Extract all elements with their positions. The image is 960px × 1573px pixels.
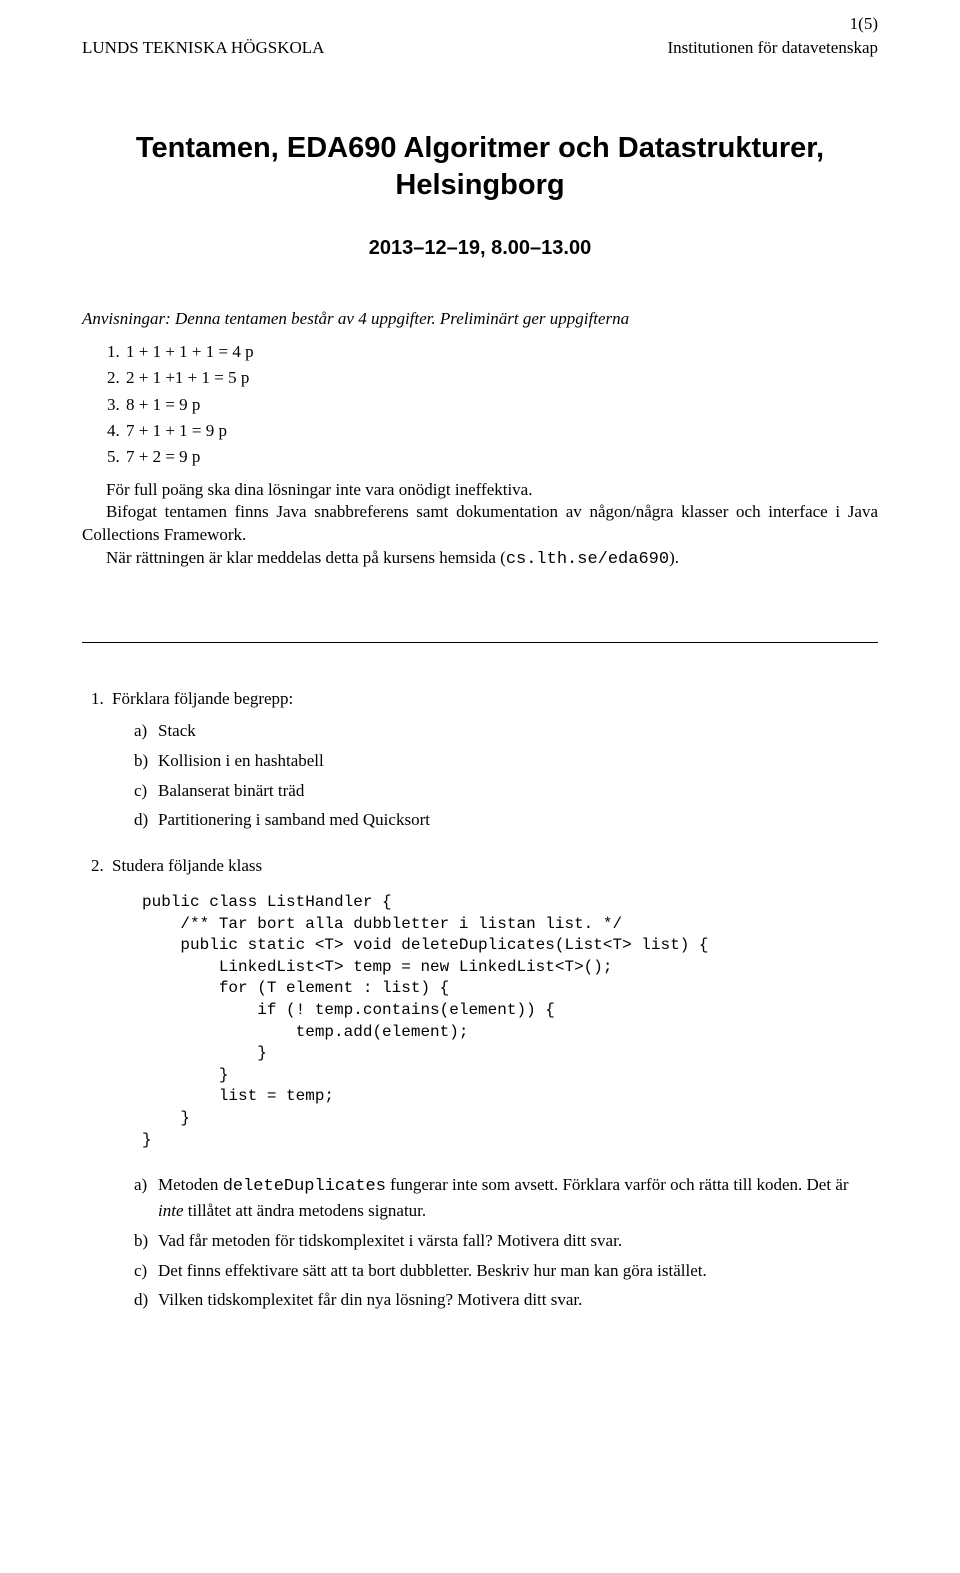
page: 1(5) LUNDS TEKNISKA HÖGSKOLA Institution…: [0, 0, 960, 1573]
points-item: 2 + 1 +1 + 1 = 5 p: [124, 365, 878, 391]
sub-item-b: b)Kollision i en hashtabell: [134, 749, 878, 773]
page-number: 1(5): [850, 14, 878, 34]
points-list: 1 + 1 + 1 + 1 = 4 p 2 + 1 +1 + 1 = 5 p 8…: [82, 339, 878, 471]
sub-text: Partitionering i samband med Quicksort: [158, 810, 430, 829]
text: fungerar inte som avsett. Förklara varfö…: [386, 1175, 849, 1194]
sub-item-a: a)Stack: [134, 719, 878, 743]
title-line-2: Helsingborg: [395, 169, 564, 201]
text: När rättningen är klar meddelas detta på…: [106, 548, 506, 567]
divider: [82, 642, 878, 643]
instructions: Anvisningar: Denna tentamen består av 4 …: [82, 308, 878, 331]
sub-item-d: d)Partitionering i samband med Quicksort: [134, 808, 878, 832]
sub-text: Det finns effektivare sätt att ta bort d…: [158, 1261, 707, 1280]
code-block: public class ListHandler { /** Tar bort …: [142, 892, 878, 1151]
paragraph: För full poäng ska dina lösningar inte v…: [82, 479, 878, 502]
code-text: deleteDuplicates: [223, 1177, 386, 1196]
emphasis: inte: [158, 1201, 184, 1220]
text: tillåtet att ändra metodens signatur.: [184, 1201, 427, 1220]
points-item: 8 + 1 = 9 p: [124, 392, 878, 418]
exam-title: Tentamen, EDA690 Algoritmer och Datastru…: [82, 130, 878, 203]
document-header: LUNDS TEKNISKA HÖGSKOLA Institutionen fö…: [82, 38, 878, 58]
question-2: Studera följande klass public class List…: [108, 854, 878, 1312]
sub-text: Kollision i en hashtabell: [158, 751, 324, 770]
sub-item-b: b)Vad får metoden för tidskomplexitet i …: [134, 1229, 878, 1253]
paragraph: När rättningen är klar meddelas detta på…: [82, 547, 878, 572]
paragraph: Bifogat tentamen finns Java snabbreferen…: [82, 501, 878, 547]
question-1: Förklara följande begrepp: a)Stack b)Kol…: [108, 687, 878, 832]
points-item: 1 + 1 + 1 + 1 = 4 p: [124, 339, 878, 365]
sub-question-list: a)Metoden deleteDuplicates fungerar inte…: [112, 1173, 878, 1312]
code-text: cs.lth.se/eda690: [506, 550, 669, 569]
sub-text: Balanserat binärt träd: [158, 781, 304, 800]
header-right: Institutionen för datavetenskap: [667, 38, 878, 58]
instructions-prefix: Anvisningar:: [82, 309, 171, 328]
question-intro: Studera följande klass: [112, 856, 262, 875]
instructions-text: Denna tentamen består av 4 uppgifter. Pr…: [171, 309, 629, 328]
points-item: 7 + 2 = 9 p: [124, 444, 878, 470]
sub-text: Vilken tidskomplexitet får din nya lösni…: [158, 1290, 582, 1309]
text: ).: [669, 548, 679, 567]
sub-text: Stack: [158, 721, 196, 740]
sub-item-d: d)Vilken tidskomplexitet får din nya lös…: [134, 1288, 878, 1312]
points-item: 7 + 1 + 1 = 9 p: [124, 418, 878, 444]
text: Metoden: [158, 1175, 223, 1194]
sub-question-list: a)Stack b)Kollision i en hashtabell c)Ba…: [112, 719, 878, 832]
question-list: Förklara följande begrepp: a)Stack b)Kol…: [82, 687, 878, 1312]
question-intro: Förklara följande begrepp:: [112, 689, 293, 708]
header-left: LUNDS TEKNISKA HÖGSKOLA: [82, 38, 324, 58]
exam-date: 2013–12–19, 8.00–13.00: [82, 237, 878, 260]
title-line-1: Tentamen, EDA690 Algoritmer och Datastru…: [136, 132, 824, 164]
sub-item-c: c)Det finns effektivare sätt att ta bort…: [134, 1259, 878, 1283]
sub-item-a: a)Metoden deleteDuplicates fungerar inte…: [134, 1173, 878, 1223]
sub-item-c: c)Balanserat binärt träd: [134, 779, 878, 803]
sub-text: Vad får metoden för tidskomplexitet i vä…: [158, 1231, 622, 1250]
